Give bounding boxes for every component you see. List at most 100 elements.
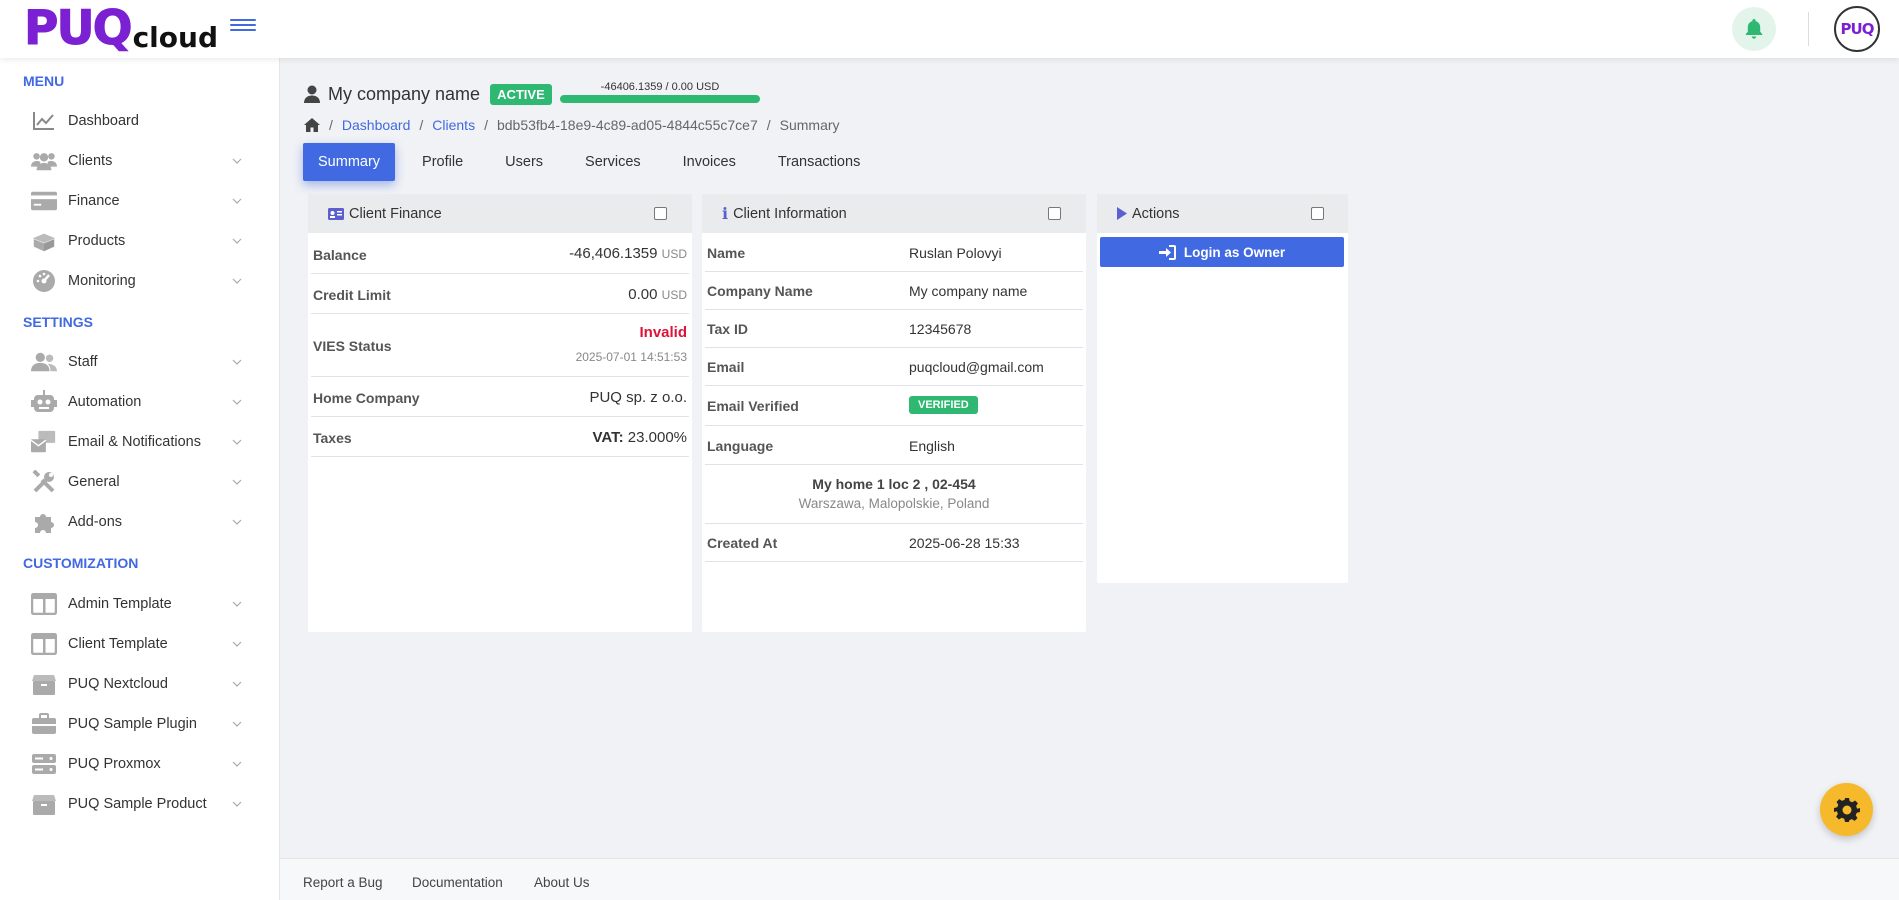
finance-row-credit-limit: Credit Limit 0.00 USD — [311, 274, 689, 314]
client-tabs: Summary Profile Users Services Invoices … — [303, 143, 887, 181]
sidebar-item-puq-sample-product[interactable]: PUQ Sample Product — [0, 784, 280, 824]
row-value: VERIFIED — [909, 395, 978, 414]
finance-row-balance: Balance -46,406.1359 USD — [311, 233, 689, 274]
home-icon[interactable] — [304, 118, 320, 132]
info-icon: i — [722, 204, 729, 223]
gauge-icon — [31, 268, 57, 294]
sidebar-item-label: Dashboard — [68, 113, 139, 129]
sidebar: MENU Dashboard Clients Finance Products … — [0, 58, 280, 900]
info-row-email-verified: Email Verified VERIFIED — [705, 386, 1083, 426]
row-value: English — [909, 438, 955, 454]
info-row-language: Language English — [705, 426, 1083, 465]
sidebar-item-client-template[interactable]: Client Template — [0, 624, 280, 664]
sidebar-item-general[interactable]: General — [0, 462, 280, 502]
sidebar-item-automation[interactable]: Automation — [0, 382, 280, 422]
footer-documentation-link[interactable]: Documentation — [412, 875, 503, 890]
row-label: VIES Status — [313, 338, 392, 354]
settings-fab-button[interactable] — [1820, 783, 1873, 836]
client-name: My company name — [328, 83, 481, 104]
play-icon — [1117, 207, 1127, 220]
sidebar-item-puq-proxmox[interactable]: PUQ Proxmox — [0, 744, 280, 784]
actions-card: Actions Login as Owner — [1097, 194, 1348, 583]
chevron-down-icon — [232, 238, 242, 244]
sidebar-item-add-ons[interactable]: Add-ons — [0, 502, 280, 542]
sidebar-item-staff[interactable]: Staff — [0, 342, 280, 382]
chevron-down-icon — [232, 641, 242, 647]
card-header: Client Finance — [308, 194, 692, 233]
status-badge: ACTIVE — [490, 83, 552, 105]
hamburger-menu-icon[interactable] — [230, 16, 256, 36]
breadcrumb-clients[interactable]: Clients — [432, 117, 475, 133]
row-value: VAT: 23.000% — [593, 429, 688, 446]
login-as-owner-button[interactable]: Login as Owner — [1100, 237, 1344, 267]
sidebar-item-clients[interactable]: Clients — [0, 141, 280, 181]
address-line-1: My home 1 loc 2 , 02-454 — [812, 476, 976, 492]
vies-status-value: Invalid — [639, 324, 687, 341]
sidebar-item-label: Admin Template — [68, 596, 172, 612]
balance-value: -46,406.1359 — [569, 245, 658, 262]
sidebar-item-dashboard[interactable]: Dashboard — [0, 101, 280, 141]
footer: Report a Bug Documentation About Us — [280, 858, 1899, 900]
sidebar-item-label: Email & Notifications — [68, 434, 201, 450]
row-label: Taxes — [313, 430, 352, 446]
breadcrumb-separator: / — [484, 117, 488, 133]
row-value: -46,406.1359 USD — [569, 245, 687, 262]
finance-row-vies-status: VIES Status Invalid 2025-07-01 14:51:53 — [311, 314, 689, 377]
vies-checked-date: 2025-07-01 14:51:53 — [575, 350, 687, 364]
credit-limit-value: 0.00 — [628, 286, 658, 303]
tab-invoices[interactable]: Invoices — [668, 143, 751, 181]
finance-row-home-company: Home Company PUQ sp. z o.o. — [311, 377, 689, 417]
sidebar-item-products[interactable]: Products — [0, 221, 280, 261]
gear-icon — [1833, 797, 1860, 822]
tab-summary[interactable]: Summary — [303, 143, 396, 181]
finance-row-taxes: Taxes VAT: 23.000% — [311, 417, 689, 457]
tab-services[interactable]: Services — [570, 143, 656, 181]
user-icon — [304, 85, 320, 103]
user-group-icon — [31, 349, 57, 375]
currency-unit: USD — [661, 288, 687, 302]
sidebar-item-label: PUQ Sample Product — [68, 796, 207, 812]
sidebar-item-puq-nextcloud[interactable]: PUQ Nextcloud — [0, 664, 280, 704]
home-company-value: PUQ sp. z o.o. — [589, 389, 687, 406]
row-label: Created At — [707, 535, 778, 551]
breadcrumb: / Dashboard / Clients / bdb53fb4-18e9-4c… — [304, 116, 840, 134]
chevron-down-icon — [232, 761, 242, 767]
sidebar-item-finance[interactable]: Finance — [0, 181, 280, 221]
sidebar-section-settings: SETTINGS — [23, 314, 94, 330]
tab-transactions[interactable]: Transactions — [763, 143, 875, 181]
sidebar-item-email-notifications[interactable]: Email & Notifications — [0, 422, 280, 462]
breadcrumb-separator: / — [419, 117, 424, 133]
collapse-checkbox[interactable] — [1311, 207, 1324, 220]
logo[interactable]: PUQ cloud — [24, 5, 218, 53]
collapse-checkbox[interactable] — [1048, 207, 1061, 220]
sidebar-section-customization: CUSTOMIZATION — [23, 555, 139, 571]
info-row-tax-id: Tax ID 12345678 — [705, 310, 1083, 348]
card-header: i Client Information — [702, 194, 1086, 233]
box-icon — [31, 671, 57, 697]
sidebar-item-label: Automation — [68, 394, 142, 410]
row-value: 2025-06-28 15:33 — [909, 535, 1020, 551]
tab-users[interactable]: Users — [490, 143, 558, 181]
login-button-label: Login as Owner — [1183, 244, 1286, 260]
row-label: Balance — [313, 247, 367, 263]
box-open-icon — [31, 228, 57, 254]
address-line-2: Warszawa, Malopolskie, Poland — [798, 496, 990, 511]
collapse-checkbox[interactable] — [654, 207, 667, 220]
sidebar-item-monitoring[interactable]: Monitoring — [0, 261, 280, 301]
card-title: Client Information — [733, 205, 847, 222]
balance-progress-bar — [560, 95, 760, 103]
sidebar-item-admin-template[interactable]: Admin Template — [0, 584, 280, 624]
user-avatar[interactable]: PUQ — [1834, 6, 1880, 52]
footer-report-bug-link[interactable]: Report a Bug — [303, 875, 383, 890]
row-value: My company name — [909, 283, 1028, 299]
briefcase-icon — [31, 711, 57, 737]
breadcrumb-dashboard[interactable]: Dashboard — [342, 117, 411, 133]
tab-profile[interactable]: Profile — [407, 143, 478, 181]
sidebar-item-label: PUQ Proxmox — [68, 756, 161, 772]
sidebar-item-puq-sample-plugin[interactable]: PUQ Sample Plugin — [0, 704, 280, 744]
footer-about-us-link[interactable]: About Us — [534, 875, 590, 890]
chevron-down-icon — [232, 158, 242, 164]
breadcrumb-separator: / — [329, 117, 333, 133]
row-label: Home Company — [313, 390, 420, 406]
notifications-button[interactable] — [1732, 7, 1776, 51]
